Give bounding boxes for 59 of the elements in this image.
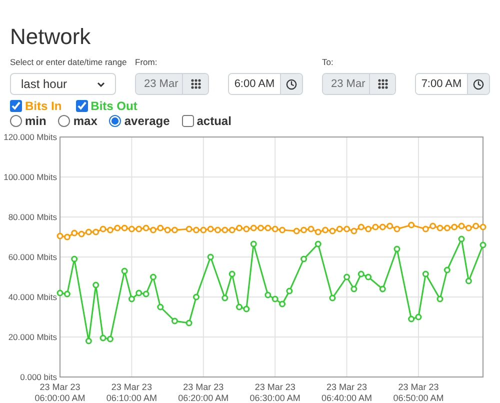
to-label: To: xyxy=(322,56,334,68)
range-select[interactable]: last hour xyxy=(10,73,116,95)
series-checkbox[interactable] xyxy=(76,100,88,112)
data-point xyxy=(465,278,472,284)
data-point xyxy=(222,294,228,302)
data-point xyxy=(207,254,214,260)
data-point xyxy=(85,338,92,344)
data-point xyxy=(444,266,450,274)
range-label: Select or enter date/time range xyxy=(10,57,127,67)
series-label: Bits In xyxy=(25,99,62,113)
data-point xyxy=(458,236,465,242)
x-tick-label: 23 Mar 23 06:30:00 AM xyxy=(250,382,300,403)
data-point xyxy=(228,270,236,278)
mode-label: max xyxy=(73,114,98,128)
data-point xyxy=(344,274,350,280)
y-tick-label: 80.000 Mbits xyxy=(8,212,57,222)
y-tick-label: 20.000 Mbits xyxy=(8,332,57,342)
data-point xyxy=(394,246,400,252)
y-tick-label: 40.000 Mbits xyxy=(8,292,57,302)
data-point xyxy=(480,242,486,248)
page-title: Network xyxy=(10,26,91,48)
data-point xyxy=(150,274,156,280)
data-point xyxy=(121,268,128,274)
data-point xyxy=(192,294,200,300)
mode-checkbox[interactable] xyxy=(182,115,194,127)
series-label: Bits Out xyxy=(90,99,138,113)
y-tick-label: 100.000 Mbits xyxy=(4,172,57,182)
data-point xyxy=(329,294,336,302)
x-tick-label: 23 Mar 23 06:40:00 AM xyxy=(322,382,372,403)
x-tick-label: 23 Mar 23 06:20:00 AM xyxy=(178,382,229,403)
x-tick-label: 23 Mar 23 06:10:00 AM xyxy=(106,382,157,403)
data-point xyxy=(157,304,164,310)
mode-radio[interactable] xyxy=(109,115,122,127)
x-tick-label: 23 Mar 23 06:50:00 AM xyxy=(393,382,444,403)
data-point xyxy=(71,256,78,262)
from-label: From: xyxy=(135,57,158,67)
data-point xyxy=(436,296,444,302)
mode-radio[interactable] xyxy=(10,115,22,127)
data-point xyxy=(314,240,322,248)
x-tick-label: 23 Mar 23 06:00:00 AM xyxy=(34,382,86,403)
data-point xyxy=(408,222,415,228)
data-point xyxy=(186,320,192,326)
chevron-icon xyxy=(97,82,105,86)
data-point xyxy=(171,318,178,324)
series-checkbox[interactable] xyxy=(10,100,22,112)
mode-label: min xyxy=(25,114,46,128)
y-tick-label: 120.000 Mbits xyxy=(4,132,57,142)
mode-label: actual xyxy=(196,114,232,128)
data-point xyxy=(250,240,257,248)
data-point xyxy=(286,288,293,294)
y-tick-label: 60.000 Mbits xyxy=(8,252,57,262)
data-point xyxy=(92,282,100,288)
data-point xyxy=(300,256,308,262)
mode-radio[interactable] xyxy=(58,115,70,127)
data-point xyxy=(379,286,386,292)
mode-label: average xyxy=(124,114,170,128)
data-point xyxy=(422,270,429,278)
data-point xyxy=(350,286,358,292)
y-tick-label: 0.000 bits xyxy=(20,372,57,382)
